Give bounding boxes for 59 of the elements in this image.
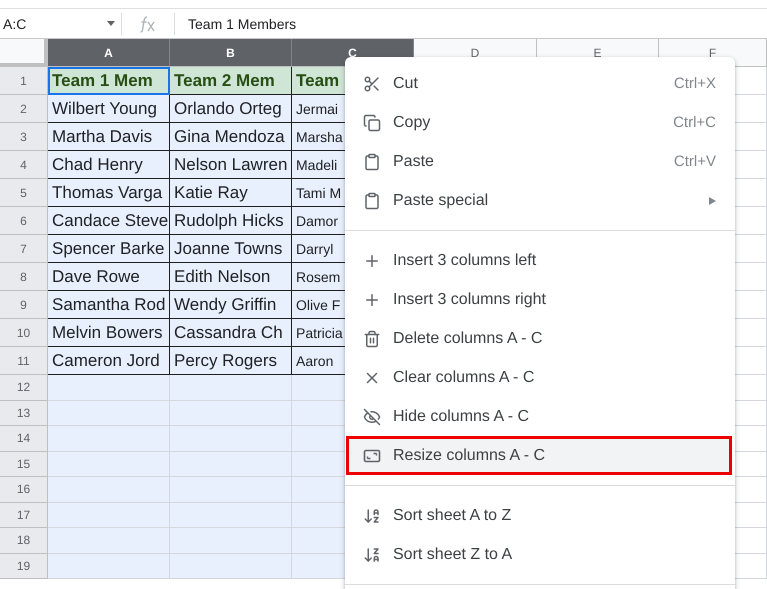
table-cell: Percy Rogers — [170, 347, 292, 375]
row-header[interactable]: 15 — [0, 452, 48, 477]
table-cell: Wilbert Young — [48, 95, 170, 123]
row-header[interactable]: 3 — [0, 123, 48, 151]
row-header[interactable]: 18 — [0, 528, 48, 554]
table-cell: Nelson Lawren — [170, 151, 292, 179]
table-cell: Cassandra Ch — [170, 319, 292, 347]
table-cell: Melvin Bowers — [48, 319, 170, 347]
menu-item[interactable]: Hide columns A - C — [345, 397, 735, 436]
table-cell: Dave Rowe — [48, 263, 170, 291]
table-cell: Gina Mendoza — [170, 123, 292, 151]
table-cell: Samantha Rod — [48, 291, 170, 319]
table-cell: Martha Davis — [48, 123, 170, 151]
row-header[interactable]: 17 — [0, 502, 48, 528]
menu-item[interactable]: Sort sheet A to Z — [345, 496, 735, 535]
caret-icon[interactable] — [107, 21, 115, 26]
sort-z-a-icon — [363, 546, 381, 564]
menu-item[interactable]: Resize columns A - C — [346, 436, 732, 475]
eye-off-icon — [363, 408, 381, 426]
header-cell: Team 2 Mem — [170, 67, 292, 95]
row-header[interactable]: 8 — [0, 263, 48, 291]
table-cell: Candace Steve — [48, 207, 170, 235]
table-cell: Orlando Orteg — [170, 95, 292, 123]
table-cell: Wendy Griffin — [170, 291, 292, 319]
row-header[interactable]: 16 — [0, 477, 48, 502]
row-header[interactable]: 10 — [0, 319, 48, 347]
table-cell: Chad Henry — [48, 151, 170, 179]
row-header[interactable]: 7 — [0, 235, 48, 263]
column-header[interactable]: B — [170, 39, 292, 67]
row-header[interactable]: 4 — [0, 151, 48, 179]
row-header[interactable]: 12 — [0, 375, 48, 400]
table-cell: Rudolph Hicks — [170, 207, 292, 235]
scissors-icon — [363, 74, 381, 92]
copy-icon — [363, 114, 381, 132]
row-header[interactable]: 13 — [0, 400, 48, 426]
header-cell: Team 1 Mem — [48, 67, 170, 95]
row-header[interactable]: 11 — [0, 347, 48, 375]
name-box[interactable]: A:C — [0, 12, 122, 34]
row-header[interactable]: 14 — [0, 426, 48, 452]
row-header[interactable]: 1 — [0, 67, 48, 95]
row-header[interactable]: 5 — [0, 179, 48, 207]
table-cell: Joanne Towns — [170, 235, 292, 263]
row-header[interactable]: 6 — [0, 207, 48, 235]
trash-icon — [363, 330, 381, 348]
menu-item[interactable]: Sort sheet Z to A — [345, 535, 735, 574]
table-cell: Cameron Jord — [48, 347, 170, 375]
sort-a-z-icon — [363, 506, 381, 524]
table-cell: Spencer Barke — [48, 235, 170, 263]
row-header[interactable]: 9 — [0, 291, 48, 319]
clipboard-icon — [363, 192, 381, 210]
row-header[interactable]: 19 — [0, 554, 48, 579]
row-header[interactable]: 2 — [0, 95, 48, 123]
clipboard-icon — [363, 152, 381, 170]
formula-input[interactable]: Team 1 Members — [175, 16, 296, 32]
resize-icon — [363, 446, 381, 464]
table-cell: Katie Ray — [170, 179, 292, 207]
column-header[interactable]: A — [48, 39, 170, 67]
table-cell: Thomas Varga — [48, 179, 170, 207]
table-cell: Edith Nelson — [170, 263, 292, 291]
